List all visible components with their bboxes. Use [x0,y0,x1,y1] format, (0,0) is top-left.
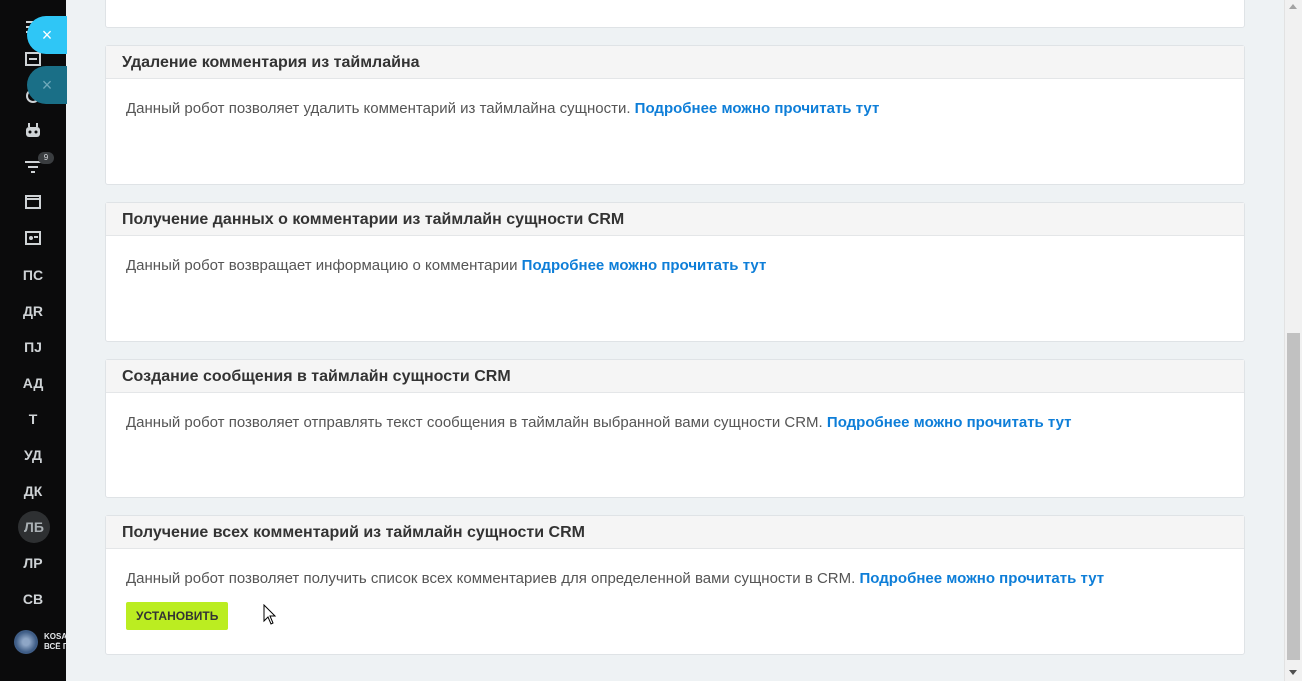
read-more-link[interactable]: Подробнее можно прочитать тут [859,570,1104,587]
filter-icon[interactable] [0,160,66,174]
card-title: Получение данных о комментарии из таймла… [106,203,1244,236]
card-title: Удаление комментария из таймлайна [106,46,1244,79]
card-title: Получение всех комментарий из таймлайн с… [106,516,1244,549]
sidebar-item-ad[interactable]: АД [0,375,66,391]
card-title: Создание сообщения в таймлайн сущности C… [106,360,1244,393]
filter-count-badge: 9 [38,152,54,164]
sidebar-avatar-lb[interactable]: ЛБ [18,511,50,543]
sidebar-item-ud[interactable]: УД [0,447,66,463]
close-slider-button-secondary[interactable]: × [27,66,67,104]
sidebar-item-lr[interactable]: ЛР [0,555,66,571]
card-body: Данный робот позволяет отправлять текст … [106,393,1244,431]
card-body: Данный робот позволяет удалить комментар… [106,79,1244,117]
robot-icon[interactable] [0,122,66,138]
robot-card: Получение данных о комментарии из таймла… [105,202,1245,342]
scroll-down-icon[interactable] [1289,670,1297,675]
calendar-icon[interactable] [0,52,66,66]
main-content: Удаление комментария из таймлайна Данный… [66,0,1284,681]
mouse-pointer-icon [263,603,277,631]
sidebar-item-sv[interactable]: СВ [0,591,66,607]
contact-card-icon[interactable] [0,231,66,245]
card-description: Данный робот позволяет отправлять текст … [126,414,827,431]
install-button[interactable]: УСТАНОВИТЬ [126,602,229,630]
card-previous-bottom [105,0,1245,28]
sidebar-item-pj[interactable]: ПЈ [0,339,66,355]
sidebar-item-t[interactable]: Т [0,411,66,427]
sidebar-item-dk[interactable]: ДК [0,483,66,499]
brand-block[interactable]: KOSA ВСЁ П [12,628,66,658]
window-icon[interactable] [0,195,66,209]
vertical-scrollbar[interactable] [1284,0,1302,681]
read-more-link[interactable]: Подробнее можно прочитать тут [827,414,1072,431]
scrollbar-thumb[interactable] [1287,333,1300,660]
brand-text: KOSA ВСЁ П [44,632,66,651]
card-description: Данный робот позволяет получить список в… [126,570,860,587]
sidebar-item-ps[interactable]: ПС [0,267,66,283]
robot-card: Получение всех комментарий из таймлайн с… [105,515,1245,655]
card-description: Данный робот возвращает информацию о ком… [126,257,522,274]
scroll-up-icon[interactable] [1289,4,1297,9]
robot-card: Удаление комментария из таймлайна Данный… [105,45,1245,185]
brand-logo-icon [14,630,38,654]
sidebar-item-dr[interactable]: ДR [0,303,66,319]
robot-card: Создание сообщения в таймлайн сущности C… [105,359,1245,498]
card-description: Данный робот позволяет удалить комментар… [126,100,635,117]
read-more-link[interactable]: Подробнее можно прочитать тут [635,100,880,117]
card-body: Данный робот возвращает информацию о ком… [106,236,1244,274]
close-slider-button[interactable]: × [27,16,67,54]
read-more-link[interactable]: Подробнее можно прочитать тут [522,257,767,274]
